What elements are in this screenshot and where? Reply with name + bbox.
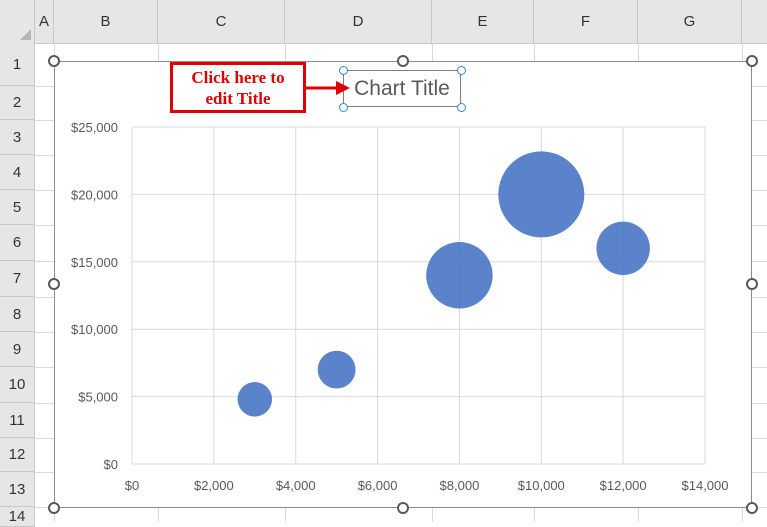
row-header-8[interactable]: 8 [0,297,35,332]
row-header-14[interactable]: 14 [0,507,35,527]
row-header-10[interactable]: 10 [0,367,35,403]
chart-title[interactable]: Chart Title [343,70,461,107]
chart-resize-handle-top-right[interactable] [746,55,758,67]
chart-resize-handle-top[interactable] [397,55,409,67]
row-header-12[interactable]: 12 [0,438,35,472]
row-header-11[interactable]: 11 [0,403,35,438]
column-header-g[interactable]: G [638,0,742,43]
row-header-9[interactable]: 9 [0,332,35,367]
row-header-7[interactable]: 7 [0,261,35,297]
callout-line-1: Click here to [191,68,285,87]
select-all-corner[interactable] [0,0,35,43]
edit-title-callout: Click here to edit Title [170,62,306,113]
column-header-a[interactable]: A [35,0,54,43]
title-resize-handle[interactable] [457,66,466,75]
chart-resize-handle-bottom-left[interactable] [48,502,60,514]
chart-resize-handle-bottom-right[interactable] [746,502,758,514]
row-header-3[interactable]: 3 [0,120,35,155]
title-resize-handle[interactable] [457,103,466,112]
bubble-chart[interactable] [54,61,752,508]
row-header-1[interactable]: 1 [0,43,35,86]
column-header-e[interactable]: E [432,0,534,43]
row-header-5[interactable]: 5 [0,190,35,225]
chart-resize-handle-bottom[interactable] [397,502,409,514]
row-header-6[interactable]: 6 [0,225,35,261]
chart-resize-handle-right[interactable] [746,278,758,290]
title-resize-handle[interactable] [339,66,348,75]
title-resize-handle[interactable] [339,103,348,112]
chart-resize-handle-left[interactable] [48,278,60,290]
row-header-13[interactable]: 13 [0,472,35,507]
callout-line-2: edit Title [205,89,271,108]
column-header-d[interactable]: D [285,0,432,43]
column-header-b[interactable]: B [54,0,158,43]
column-header-c[interactable]: C [158,0,285,43]
row-header-4[interactable]: 4 [0,155,35,190]
chart-resize-handle-top-left[interactable] [48,55,60,67]
column-header-f[interactable]: F [534,0,638,43]
row-header-2[interactable]: 2 [0,86,35,120]
select-all-triangle-icon [20,29,31,40]
